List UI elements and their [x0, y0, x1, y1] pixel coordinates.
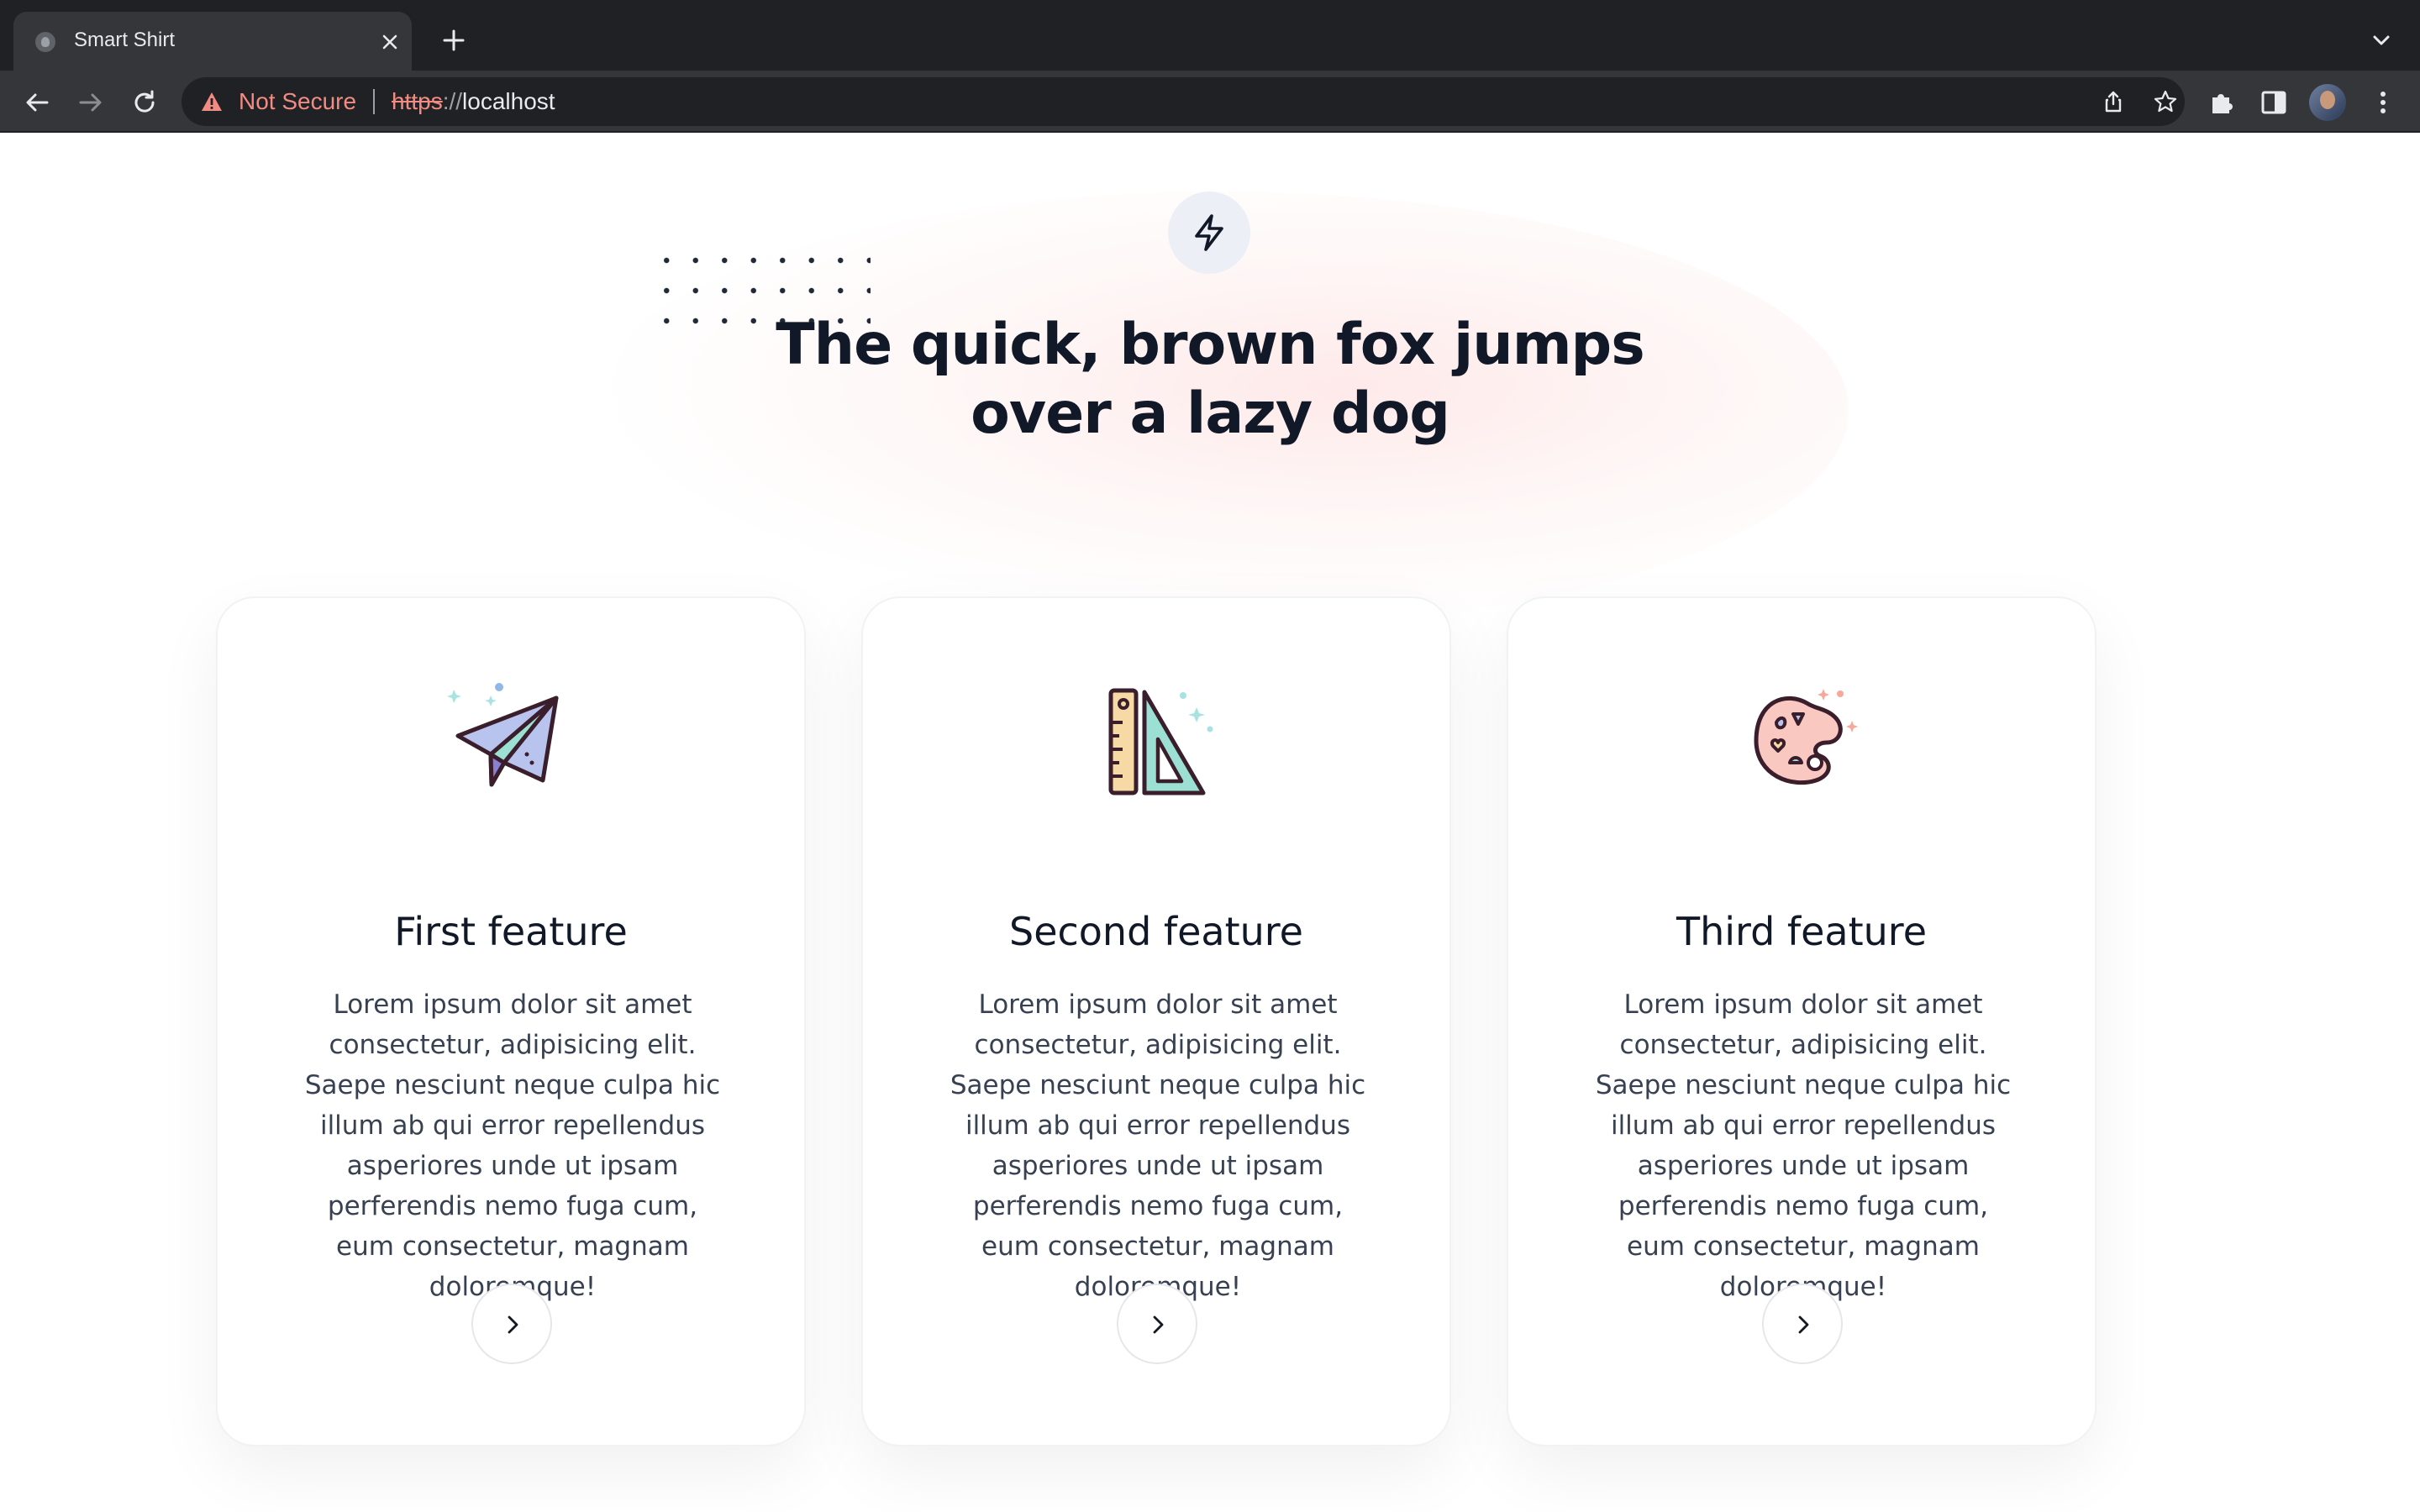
feature-description: Lorem ipsum dolor sit amet consectetur, …: [1595, 990, 2012, 1302]
star-icon[interactable]: [2153, 89, 2178, 114]
feature-card-second: Second feature Lorem ipsum dolor sit ame…: [861, 596, 1451, 1446]
hero-badge: [1168, 192, 1250, 274]
feature-card-third: Third feature Lorem ipsum dolor sit amet…: [1507, 596, 2096, 1446]
chevron-right-icon: [508, 1315, 518, 1334]
paint-palette-icon: [1754, 689, 1858, 785]
share-icon[interactable]: [2101, 89, 2126, 114]
feature-next-button[interactable]: [1762, 1284, 1843, 1364]
browser-toolbar: Not Secure https://localhost: [0, 71, 2420, 133]
tab-title: Smart Shirt: [74, 29, 176, 51]
hero-headline-line-2: over a lazy dog: [971, 381, 1450, 447]
close-icon[interactable]: [376, 29, 403, 55]
side-panel-icon[interactable]: [2259, 87, 2289, 118]
feature-next-button[interactable]: [471, 1284, 552, 1364]
paper-plane-icon: [447, 683, 559, 787]
feature-description: Lorem ipsum dolor sit amet consectetur, …: [304, 990, 721, 1302]
browser-tab-strip: Smart Shirt: [0, 0, 2420, 71]
page-viewport: The quick, brown fox jumps over a lazy d…: [0, 133, 2420, 1512]
browser-tab[interactable]: Smart Shirt: [13, 12, 412, 71]
feature-card-first: First feature Lorem ipsum dolor sit amet…: [216, 596, 806, 1446]
chevron-right-icon: [1153, 1315, 1164, 1334]
ruler-set-square-icon: [1108, 688, 1213, 795]
hero-headline-line-1: The quick, brown fox jumps: [776, 312, 1644, 378]
url-host: localhost: [462, 88, 555, 114]
warning-triangle-icon[interactable]: [200, 91, 224, 113]
lightning-bolt-icon: [1195, 214, 1223, 251]
feature-description: Lorem ipsum dolor sit amet consectetur, …: [950, 990, 1366, 1302]
kebab-menu-icon[interactable]: [2368, 87, 2398, 118]
url-separator: ://: [442, 88, 463, 114]
profile-avatar[interactable]: [2309, 84, 2346, 121]
puzzle-extensions-icon[interactable]: [2207, 87, 2237, 118]
chevron-right-icon: [1798, 1315, 1809, 1334]
security-status-label[interactable]: Not Secure: [239, 88, 356, 115]
chevron-down-icon[interactable]: [2366, 25, 2396, 55]
hero-headline: The quick, brown fox jumps over a lazy d…: [706, 311, 1714, 449]
feature-title: First feature: [394, 909, 628, 954]
omnibox-divider: [373, 89, 375, 114]
reload-icon[interactable]: [128, 86, 161, 119]
address-bar[interactable]: Not Secure https://localhost: [182, 77, 2185, 126]
plus-icon[interactable]: [437, 24, 471, 57]
feature-title: Second feature: [1009, 909, 1303, 954]
feature-title: Third feature: [1676, 909, 1928, 954]
arrow-right-icon[interactable]: [74, 86, 108, 119]
url-text[interactable]: https://localhost: [392, 88, 555, 115]
url-scheme: https: [392, 88, 443, 114]
spider-favicon-icon: [35, 32, 55, 52]
arrow-left-icon[interactable]: [20, 86, 54, 119]
feature-next-button[interactable]: [1117, 1284, 1197, 1364]
